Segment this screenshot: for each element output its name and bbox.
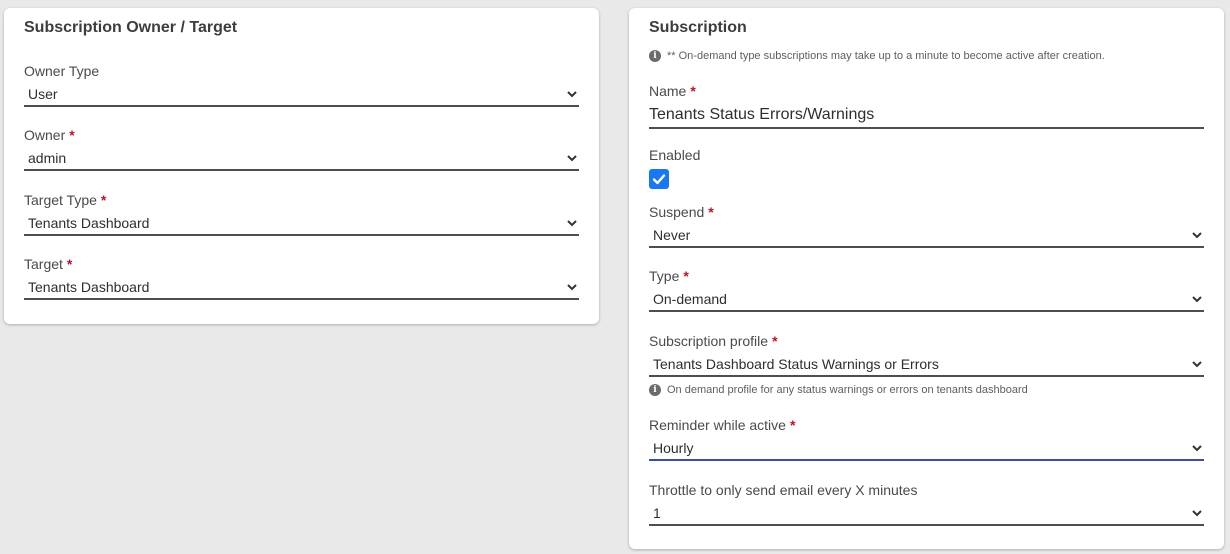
reminder-value: Hourly bbox=[653, 440, 694, 456]
target-type-field: Target Type * Tenants Dashboard bbox=[24, 191, 579, 236]
throttle-field: Throttle to only send email every X minu… bbox=[649, 481, 1204, 526]
check-icon bbox=[652, 174, 666, 185]
target-label: Target * bbox=[24, 256, 73, 272]
type-field: Type * On-demand bbox=[649, 267, 1204, 312]
owner-field: Owner * admin bbox=[24, 126, 579, 171]
reminder-field: Reminder while active * Hourly bbox=[649, 416, 1204, 461]
owner-label: Owner * bbox=[24, 127, 75, 143]
info-icon: i bbox=[649, 384, 661, 396]
profile-hint: i On demand profile for any status warni… bbox=[649, 384, 1028, 396]
chevron-down-icon bbox=[567, 220, 577, 227]
type-value: On-demand bbox=[653, 291, 727, 307]
profile-value: Tenants Dashboard Status Warnings or Err… bbox=[653, 356, 939, 372]
target-type-label: Target Type * bbox=[24, 192, 107, 208]
name-field: Name * Tenants Status Errors/Warnings bbox=[649, 82, 1204, 129]
type-label: Type * bbox=[649, 268, 689, 284]
required-marker: * bbox=[69, 127, 75, 143]
owner-target-title: Subscription Owner / Target bbox=[24, 19, 238, 36]
owner-type-select[interactable]: User bbox=[24, 83, 579, 107]
on-demand-note: i ** On-demand type subscriptions may ta… bbox=[649, 50, 1105, 62]
suspend-field: Suspend * Never bbox=[649, 203, 1204, 248]
profile-label: Subscription profile * bbox=[649, 333, 778, 349]
owner-type-label: Owner Type bbox=[24, 63, 100, 79]
target-select[interactable]: Tenants Dashboard bbox=[24, 276, 579, 300]
chevron-down-icon bbox=[1192, 232, 1202, 239]
reminder-label: Reminder while active * bbox=[649, 417, 796, 433]
chevron-down-icon bbox=[1192, 361, 1202, 368]
required-marker: * bbox=[708, 204, 714, 220]
owner-type-field: Owner Type User bbox=[24, 62, 579, 107]
type-select[interactable]: On-demand bbox=[649, 288, 1204, 312]
owner-type-value: User bbox=[28, 86, 58, 102]
name-value: Tenants Status Errors/Warnings bbox=[649, 106, 875, 123]
enabled-field: Enabled bbox=[649, 146, 1204, 189]
target-value: Tenants Dashboard bbox=[28, 279, 150, 295]
chevron-down-icon bbox=[567, 91, 577, 98]
required-marker: * bbox=[100, 192, 107, 208]
subscription-card: Subscription i ** On-demand type subscri… bbox=[629, 8, 1224, 549]
owner-target-card: Subscription Owner / Target Owner Type U… bbox=[4, 8, 599, 324]
name-label: Name * bbox=[649, 83, 696, 99]
chevron-down-icon bbox=[1192, 296, 1202, 303]
suspend-label: Suspend * bbox=[649, 204, 714, 220]
name-input[interactable]: Tenants Status Errors/Warnings bbox=[649, 102, 1204, 129]
suspend-select[interactable]: Never bbox=[649, 224, 1204, 248]
profile-hint-text: On demand profile for any status warning… bbox=[667, 384, 1028, 396]
owner-select[interactable]: admin bbox=[24, 147, 579, 171]
required-marker: * bbox=[690, 83, 696, 99]
required-marker: * bbox=[772, 333, 778, 349]
reminder-select[interactable]: Hourly bbox=[649, 437, 1204, 461]
on-demand-note-text: ** On-demand type subscriptions may take… bbox=[667, 50, 1105, 62]
target-type-select[interactable]: Tenants Dashboard bbox=[24, 212, 579, 236]
subscription-title: Subscription bbox=[649, 19, 747, 36]
required-marker: * bbox=[683, 268, 689, 284]
chevron-down-icon bbox=[567, 155, 577, 162]
throttle-label: Throttle to only send email every X minu… bbox=[649, 482, 918, 498]
chevron-down-icon bbox=[1192, 510, 1202, 517]
throttle-select[interactable]: 1 bbox=[649, 502, 1204, 526]
throttle-value: 1 bbox=[653, 505, 661, 521]
target-type-value: Tenants Dashboard bbox=[28, 215, 150, 231]
info-icon: i bbox=[649, 50, 661, 62]
chevron-down-icon bbox=[1192, 445, 1202, 452]
target-field: Target * Tenants Dashboard bbox=[24, 255, 579, 300]
profile-select[interactable]: Tenants Dashboard Status Warnings or Err… bbox=[649, 353, 1204, 377]
chevron-down-icon bbox=[567, 284, 577, 291]
profile-field: Subscription profile * Tenants Dashboard … bbox=[649, 332, 1204, 377]
owner-value: admin bbox=[28, 150, 67, 166]
suspend-value: Never bbox=[653, 227, 691, 243]
required-marker: * bbox=[789, 417, 796, 433]
enabled-checkbox[interactable] bbox=[649, 169, 669, 189]
required-marker: * bbox=[66, 256, 73, 272]
enabled-label: Enabled bbox=[649, 147, 701, 163]
